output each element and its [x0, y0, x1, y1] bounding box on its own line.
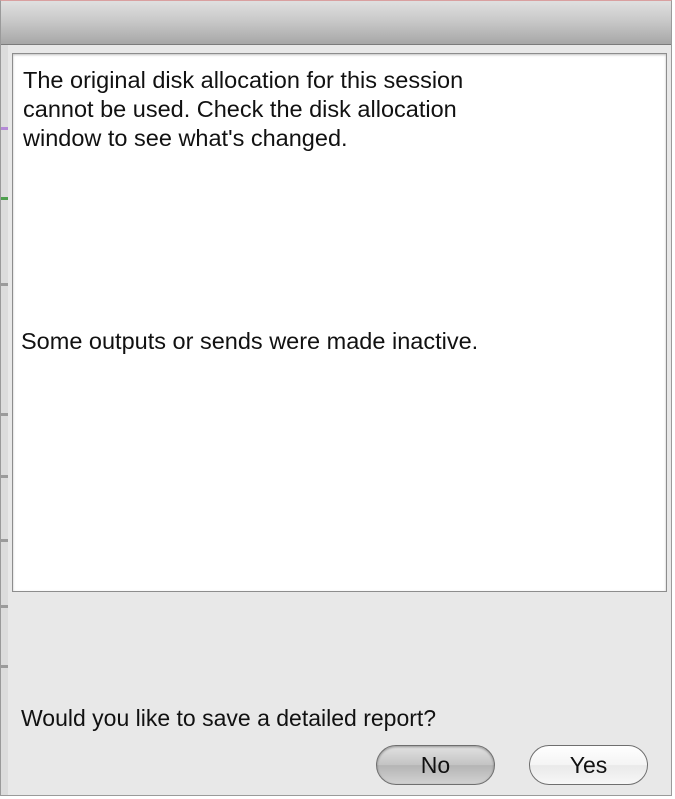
background-window-edge — [1, 45, 8, 795]
title-bar[interactable] — [1, 1, 671, 45]
edge-marker — [1, 665, 8, 668]
message-text-area[interactable]: The original disk allocation for this se… — [12, 53, 667, 592]
edge-marker — [1, 539, 8, 542]
message-secondary-text: Some outputs or sends were made inactive… — [21, 328, 479, 354]
edge-marker — [1, 197, 8, 200]
yes-button[interactable]: Yes — [529, 745, 648, 785]
edge-marker — [1, 413, 8, 416]
alert-dialog: The original disk allocation for this se… — [0, 0, 672, 796]
edge-marker — [1, 475, 8, 478]
edge-marker — [1, 127, 8, 130]
save-report-question: Would you like to save a detailed report… — [21, 705, 437, 731]
message-text: The original disk allocation for this se… — [23, 67, 464, 151]
edge-marker — [1, 283, 8, 286]
no-button[interactable]: No — [376, 745, 495, 785]
edge-marker — [1, 605, 8, 608]
